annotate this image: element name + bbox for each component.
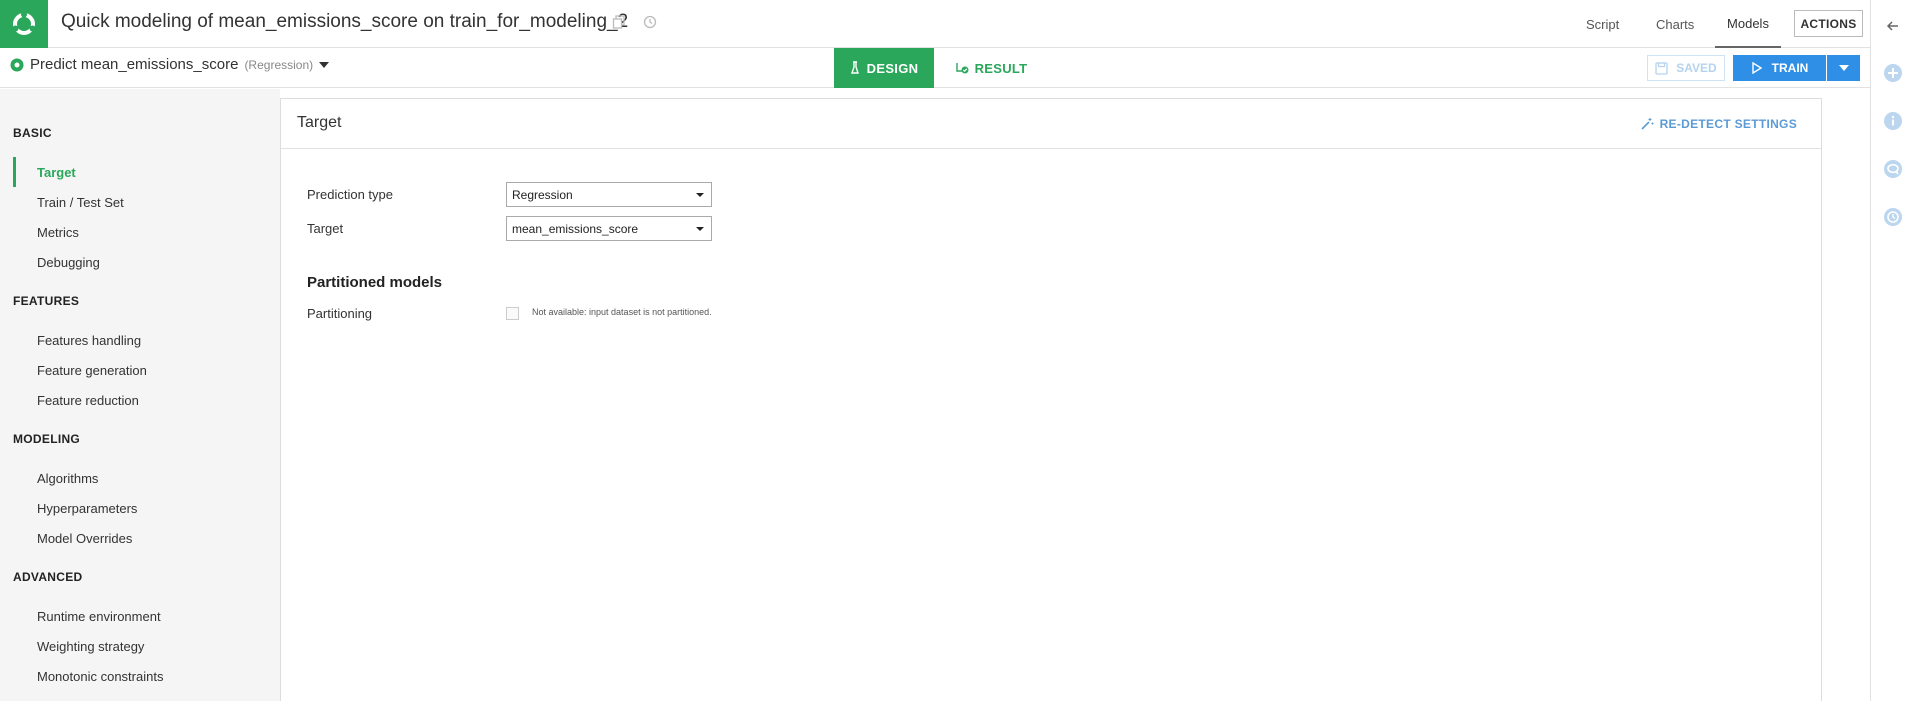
- tab-result[interactable]: RESULT: [952, 48, 1030, 88]
- section-modeling: MODELING: [13, 432, 81, 446]
- partitioning-note: Not available: input dataset is not part…: [532, 307, 712, 317]
- logo-icon[interactable]: [0, 0, 48, 48]
- saved-button[interactable]: SAVED: [1647, 55, 1725, 81]
- settings-sidebar: BASIC Target Train / Test Set Metrics De…: [0, 89, 280, 701]
- train-label: TRAIN: [1771, 61, 1809, 75]
- copy-icon[interactable]: [612, 15, 628, 31]
- sidebar-item-debugging[interactable]: Debugging: [13, 247, 253, 277]
- arrow-left-icon[interactable]: [1883, 16, 1903, 36]
- partitioning-checkbox[interactable]: [506, 307, 519, 320]
- target-value: mean_emissions_score: [512, 221, 639, 236]
- tab-design[interactable]: DESIGN: [834, 48, 934, 88]
- nav-charts[interactable]: Charts: [1656, 0, 1694, 48]
- sidebar-item-model-overrides[interactable]: Model Overrides: [13, 523, 253, 553]
- card-header: Target RE-DETECT SETTINGS: [281, 99, 1821, 149]
- sidebar-item-metrics[interactable]: Metrics: [13, 217, 253, 247]
- sidebar-item-weighting-strategy[interactable]: Weighting strategy: [13, 631, 253, 661]
- history-icon[interactable]: [643, 15, 659, 31]
- sidebar-item-hyperparameters[interactable]: Hyperparameters: [13, 493, 253, 523]
- chevron-down-icon: [319, 61, 330, 68]
- save-icon: [1655, 61, 1668, 75]
- section-features: FEATURES: [13, 294, 80, 308]
- select-caret-icon: [696, 227, 704, 231]
- section-basic: BASIC: [13, 126, 52, 140]
- section-advanced: ADVANCED: [13, 570, 83, 584]
- flask-icon: [850, 61, 859, 74]
- result-check-icon: [955, 63, 969, 74]
- sidebar-item-monotonic-constraints[interactable]: Monotonic constraints: [13, 661, 253, 691]
- card-title: Target: [297, 114, 342, 131]
- top-bar: Quick modeling of mean_emissions_score o…: [0, 0, 1870, 48]
- train-button[interactable]: TRAIN: [1733, 55, 1826, 81]
- predict-label: Predict mean_emissions_score: [30, 56, 239, 73]
- actions-button[interactable]: ACTIONS: [1794, 10, 1863, 37]
- sidebar-item-target[interactable]: Target: [13, 157, 253, 187]
- train-options-dropdown[interactable]: [1827, 55, 1860, 81]
- info-icon[interactable]: [1883, 111, 1903, 131]
- prediction-type-value: Regression: [512, 187, 573, 202]
- sidebar-item-feature-reduction[interactable]: Feature reduction: [13, 385, 253, 415]
- select-caret-icon: [696, 193, 704, 197]
- sidebar-item-feature-generation[interactable]: Feature generation: [13, 355, 253, 385]
- chat-icon[interactable]: [1883, 159, 1903, 179]
- tab-result-label: RESULT: [974, 60, 1028, 76]
- plus-circle-icon[interactable]: [1883, 63, 1903, 83]
- prediction-type-label: Prediction type: [307, 187, 393, 202]
- predict-type: (Regression): [244, 57, 314, 72]
- prediction-type-select[interactable]: Regression: [506, 182, 712, 207]
- sidebar-item-algorithms[interactable]: Algorithms: [13, 463, 253, 493]
- wand-icon: [1641, 118, 1654, 130]
- redetect-label: RE-DETECT SETTINGS: [1659, 117, 1797, 131]
- sidebar-item-features-handling[interactable]: Features handling: [13, 325, 253, 355]
- caret-down-icon: [1838, 64, 1849, 71]
- sidebar-item-train-test-set[interactable]: Train / Test Set: [13, 187, 253, 217]
- page-title: Quick modeling of mean_emissions_score o…: [61, 11, 629, 32]
- clock-icon[interactable]: [1883, 207, 1903, 227]
- nav-script[interactable]: Script: [1586, 0, 1619, 48]
- play-icon: [1751, 62, 1762, 74]
- saved-label: SAVED: [1676, 61, 1717, 75]
- target-select[interactable]: mean_emissions_score: [506, 216, 712, 241]
- target-settings-card: Target RE-DETECT SETTINGS Prediction typ…: [280, 98, 1822, 701]
- predict-selector[interactable]: Predict mean_emissions_score (Regression…: [10, 56, 330, 73]
- nav-models[interactable]: Models: [1715, 0, 1781, 48]
- partitioning-label: Partitioning: [307, 306, 373, 321]
- model-status-icon: [10, 58, 24, 71]
- target-label: Target: [307, 221, 344, 236]
- tab-design-label: DESIGN: [866, 60, 919, 76]
- sidebar-item-runtime-environment[interactable]: Runtime environment: [13, 601, 253, 631]
- model-sub-bar: Predict mean_emissions_score (Regression…: [0, 48, 1870, 88]
- redetect-settings-button[interactable]: RE-DETECT SETTINGS: [1640, 117, 1797, 131]
- right-rail: [1870, 0, 1915, 701]
- partitioned-models-heading: Partitioned models: [307, 274, 443, 291]
